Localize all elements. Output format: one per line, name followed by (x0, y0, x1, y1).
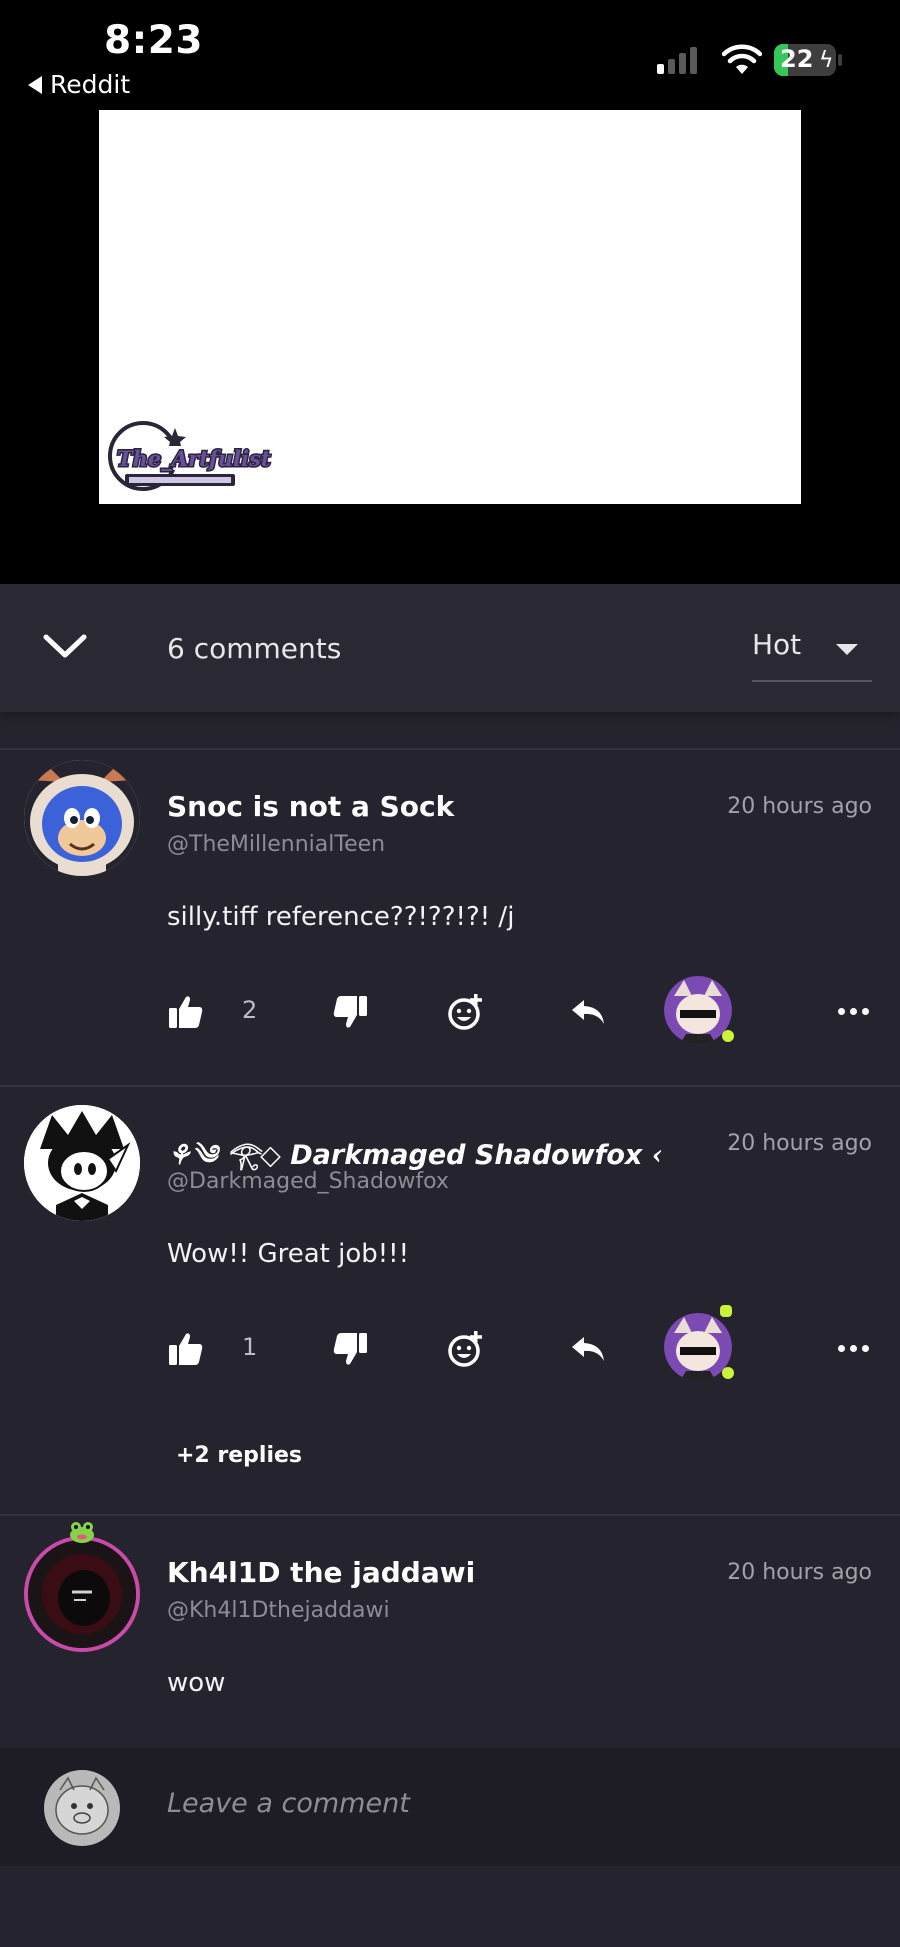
back-arrow-icon (28, 75, 42, 94)
cellular-signal-icon (657, 46, 697, 74)
sort-dropdown[interactable]: Hot (752, 628, 872, 682)
add-reaction-icon[interactable] (446, 992, 486, 1032)
comment-text: wow (167, 1668, 226, 1698)
comment-item: ⚘༄ 𓂀◇ 𝘿𝙖𝙧𝙠𝙢𝙖𝙜𝙚𝙙 𝙎𝙝𝙖𝙙𝙤𝙬𝙛𝙤𝙭 ‹ @Darkmaged_S… (0, 1087, 900, 1527)
status-time: 8:23 (104, 18, 204, 63)
thumbs-up-icon[interactable] (166, 1329, 206, 1369)
avatar[interactable] (24, 760, 140, 876)
caret-down-icon (836, 644, 858, 655)
frog-badge-icon (70, 1522, 94, 1543)
online-indicator (722, 1367, 734, 1379)
status-bar: 8:23 Reddit 22 ϟ (0, 0, 900, 108)
comment-text: silly.tiff reference??!??!?! /j (167, 902, 515, 932)
avatar[interactable] (24, 1105, 140, 1221)
post-image[interactable]: The_Artfulist The_Artfulist (99, 110, 801, 504)
avatar-image (28, 1540, 136, 1648)
reply-icon[interactable] (568, 1329, 608, 1369)
post-media[interactable]: The_Artfulist The_Artfulist (0, 108, 900, 584)
avatar[interactable] (24, 1536, 140, 1652)
comment-item: Snoc is not a Sock @TheMillennialTeen 20… (0, 750, 900, 1070)
comment-handle[interactable]: @Kh4l1Dthejaddawi (167, 1598, 390, 1623)
back-app-label: Reddit (50, 70, 131, 99)
comments-header: 6 comments Hot (0, 584, 900, 712)
current-user-avatar-image (44, 1770, 120, 1846)
like-count: 1 (242, 1333, 258, 1361)
comment-actions: 2 (0, 976, 900, 1046)
battery-percent: 22 (780, 45, 814, 73)
comment-actions: 1 (0, 1305, 900, 1383)
comment-count: 6 comments (167, 632, 342, 665)
comment-author[interactable]: Kh4l1D the jaddawi (167, 1556, 475, 1589)
reply-icon[interactable] (568, 992, 608, 1032)
new-reaction-indicator (720, 1305, 732, 1317)
charging-bolt-icon: ϟ (819, 48, 834, 73)
artist-watermark-logo: The_Artfulist The_Artfulist (108, 421, 311, 491)
thumbs-down-icon[interactable] (330, 992, 370, 1032)
view-replies-button[interactable]: +2 replies (176, 1443, 302, 1468)
thumbs-down-icon[interactable] (330, 1329, 370, 1369)
comment-timestamp: 20 hours ago (727, 1131, 872, 1156)
like-count: 2 (242, 996, 258, 1024)
avatar-image (24, 1105, 140, 1221)
comment-text: Wow!! Great job!!! (167, 1239, 410, 1269)
back-to-app-button[interactable]: Reddit (28, 70, 130, 99)
comment-compose-bar: Leave a comment (0, 1748, 900, 1866)
comment-author[interactable]: Snoc is not a Sock (167, 790, 454, 823)
comment-timestamp: 20 hours ago (727, 794, 872, 819)
current-user-avatar (44, 1770, 120, 1846)
chevron-down-icon[interactable] (42, 631, 88, 661)
add-reaction-icon[interactable] (446, 1329, 486, 1369)
svg-text:The_Artfulist: The_Artfulist (117, 446, 271, 471)
wifi-icon (722, 44, 762, 74)
comments-panel: 6 comments Hot Snoc is not a Sock @TheMi… (0, 584, 900, 1947)
comment-timestamp: 20 hours ago (727, 1560, 872, 1585)
comment-input[interactable]: Leave a comment (167, 1788, 410, 1819)
battery-icon: 22 ϟ (774, 44, 836, 76)
comment-item: Kh4l1D the jaddawi @Kh4l1Dthejaddawi 20 … (0, 1516, 900, 1748)
comment-handle[interactable]: @TheMillennialTeen (167, 832, 385, 857)
bottom-safe-area (0, 1866, 900, 1947)
battery-cap (838, 54, 842, 66)
online-indicator (722, 1030, 734, 1042)
avatar-image (24, 760, 140, 876)
more-options-icon[interactable] (838, 1008, 869, 1015)
comment-handle[interactable]: @Darkmaged_Shadowfox (167, 1169, 449, 1194)
thumbs-up-icon[interactable] (166, 992, 206, 1032)
sort-label: Hot (752, 628, 802, 661)
more-options-icon[interactable] (838, 1345, 869, 1352)
